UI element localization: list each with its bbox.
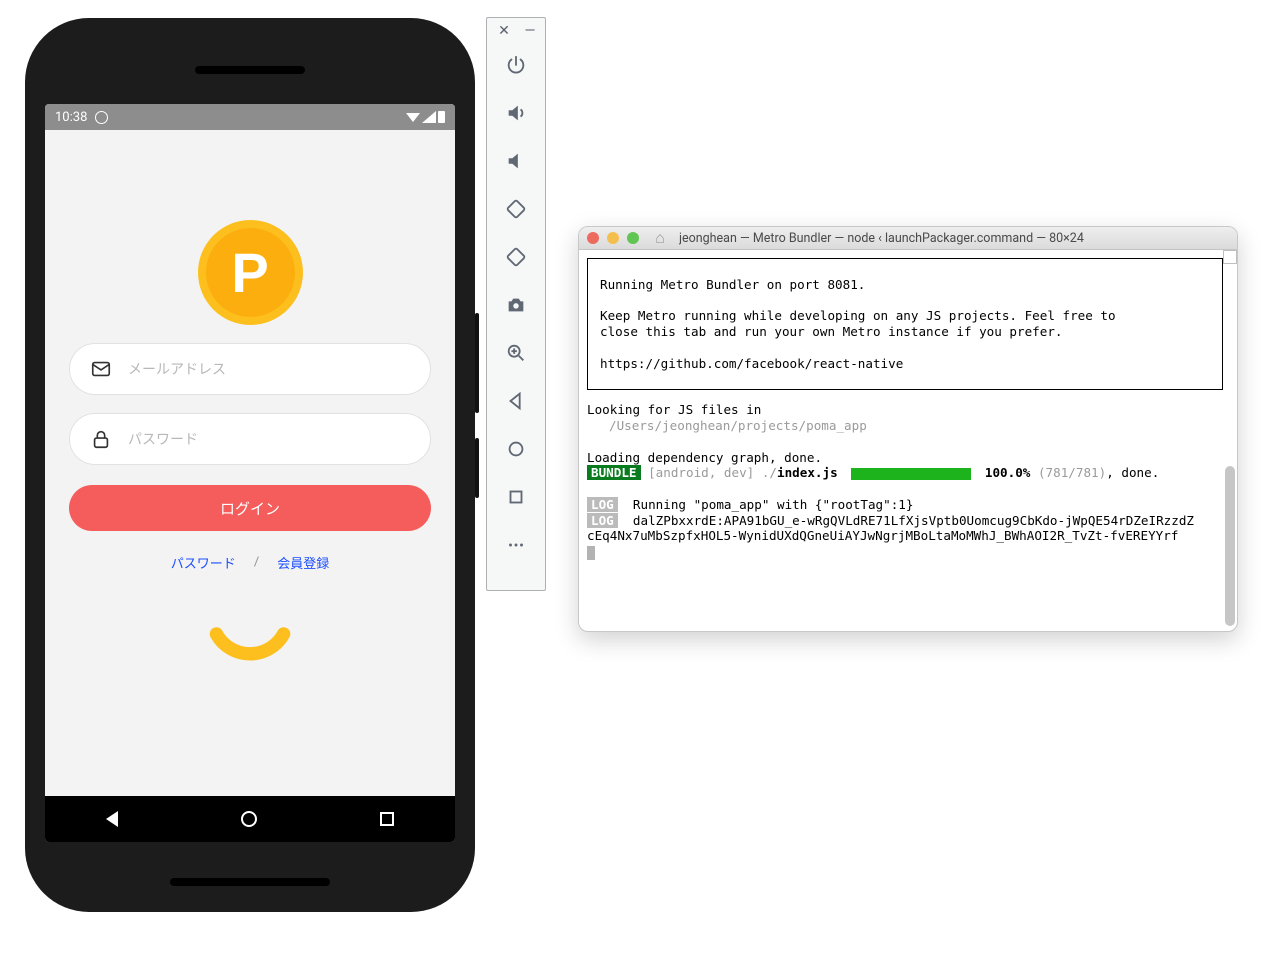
android-nav-bar <box>45 796 455 842</box>
bundle-env: [android, dev] <box>648 465 754 480</box>
home-icon: ⌂ <box>653 231 667 245</box>
power-icon[interactable] <box>505 54 527 76</box>
terminal-cursor <box>587 546 595 560</box>
phone-side-button <box>475 313 479 413</box>
metro-line: https://github.com/facebook/react-native <box>600 356 1210 372</box>
bundle-pct: 100.0% <box>985 465 1031 480</box>
term-path: /Users/jeonghean/projects/poma_app <box>587 418 1229 434</box>
emulator-toolbar: ✕ — <box>486 17 546 591</box>
nav-home-icon[interactable] <box>505 438 527 460</box>
signal-icon <box>422 111 436 123</box>
status-time: 10:38 <box>55 110 87 125</box>
more-icon[interactable] <box>505 534 527 556</box>
mail-icon <box>90 358 112 380</box>
metro-line: Running Metro Bundler on port 8081. <box>600 277 1210 293</box>
terminal-scrollbar[interactable] <box>1225 466 1235 626</box>
nav-home-button[interactable] <box>241 811 257 827</box>
term-line: Loading dependency graph, done. <box>587 450 1229 466</box>
auth-links: パスワード / 会員登録 <box>171 553 329 572</box>
metro-line: Keep Metro running while developing on a… <box>600 308 1210 324</box>
forgot-password-link[interactable]: パスワード <box>171 553 236 572</box>
terminal-titlebar[interactable]: ⌂ jeonghean — Metro Bundler — node ‹ lau… <box>579 227 1237 250</box>
zoom-in-icon[interactable] <box>505 342 527 364</box>
status-bar: 10:38 <box>45 104 455 130</box>
phone-speaker <box>195 66 305 74</box>
wifi-icon <box>406 113 420 122</box>
nav-recents-button[interactable] <box>380 812 394 826</box>
status-icon <box>95 111 108 124</box>
email-field[interactable]: メールアドレス <box>69 343 431 395</box>
metro-line: close this tab and run your own Metro in… <box>600 324 1210 340</box>
app-logo-coin: P <box>198 220 303 325</box>
password-placeholder: パスワード <box>128 429 198 449</box>
minimize-icon[interactable]: — <box>523 24 537 38</box>
log-tag: LOG <box>587 497 618 512</box>
bundle-file: index.js <box>777 465 838 480</box>
phone-side-button <box>475 438 479 498</box>
volume-up-icon[interactable] <box>505 102 527 124</box>
loading-spinner <box>202 610 298 706</box>
login-button[interactable]: ログイン <box>69 485 431 531</box>
rotate-left-icon[interactable] <box>505 198 527 220</box>
device-screen: 10:38 P メールアドレス パスワード ログイン <box>45 104 455 842</box>
progress-bar <box>851 468 971 480</box>
camera-icon[interactable] <box>505 294 527 316</box>
term-line: Looking for JS files in <box>587 402 1229 418</box>
bundle-done: , done. <box>1106 465 1159 480</box>
email-placeholder: メールアドレス <box>128 359 226 379</box>
log-text: dalZPbxxrdE:APA91bGU_e-wRgQVLdRE71LfXjsV… <box>633 513 1194 528</box>
close-icon[interactable]: ✕ <box>497 24 511 38</box>
nav-back-icon[interactable] <box>505 390 527 412</box>
terminal-title: jeonghean — Metro Bundler — node ‹ launc… <box>679 231 1084 246</box>
password-field[interactable]: パスワード <box>69 413 431 465</box>
log-text: Running "poma_app" with {"rootTag":1} <box>633 497 914 512</box>
app-login-screen: P メールアドレス パスワード ログイン パスワード / 会員登録 <box>45 130 455 796</box>
android-emulator-device: 10:38 P メールアドレス パスワード ログイン <box>25 18 475 912</box>
bundle-tag: BUNDLE <box>587 465 641 480</box>
battery-icon <box>438 111 445 123</box>
nav-back-button[interactable] <box>106 811 118 827</box>
log-line: LOG dalZPbxxrdE:APA91bGU_e-wRgQVLdRE71Lf… <box>587 513 1229 529</box>
terminal-window: ⌂ jeonghean — Metro Bundler — node ‹ lau… <box>578 226 1238 632</box>
log-tag: LOG <box>587 513 618 528</box>
log-line: cEq4Nx7uMbSzpfxHOL5-WynidUXdQGneUiAYJwNg… <box>587 528 1229 544</box>
bundle-line: BUNDLE [android, dev] ./index.js 100.0% … <box>587 465 1229 481</box>
coin-letter: P <box>231 240 268 305</box>
terminal-output[interactable]: Running Metro Bundler on port 8081. Keep… <box>579 250 1237 631</box>
nav-overview-icon[interactable] <box>505 486 527 508</box>
window-zoom-button[interactable] <box>627 232 639 244</box>
bundle-count: (781/781) <box>1038 465 1106 480</box>
rotate-right-icon[interactable] <box>505 246 527 268</box>
volume-down-icon[interactable] <box>505 150 527 172</box>
lock-icon <box>90 428 112 450</box>
phone-chin <box>170 878 330 886</box>
log-line: LOG Running "poma_app" with {"rootTag":1… <box>587 497 1229 513</box>
bundle-dot: ./ <box>754 465 777 480</box>
register-link[interactable]: 会員登録 <box>277 553 329 572</box>
window-close-button[interactable] <box>587 232 599 244</box>
link-separator: / <box>254 555 259 570</box>
metro-info-box: Running Metro Bundler on port 8081. Keep… <box>587 258 1223 390</box>
window-minimize-button[interactable] <box>607 232 619 244</box>
